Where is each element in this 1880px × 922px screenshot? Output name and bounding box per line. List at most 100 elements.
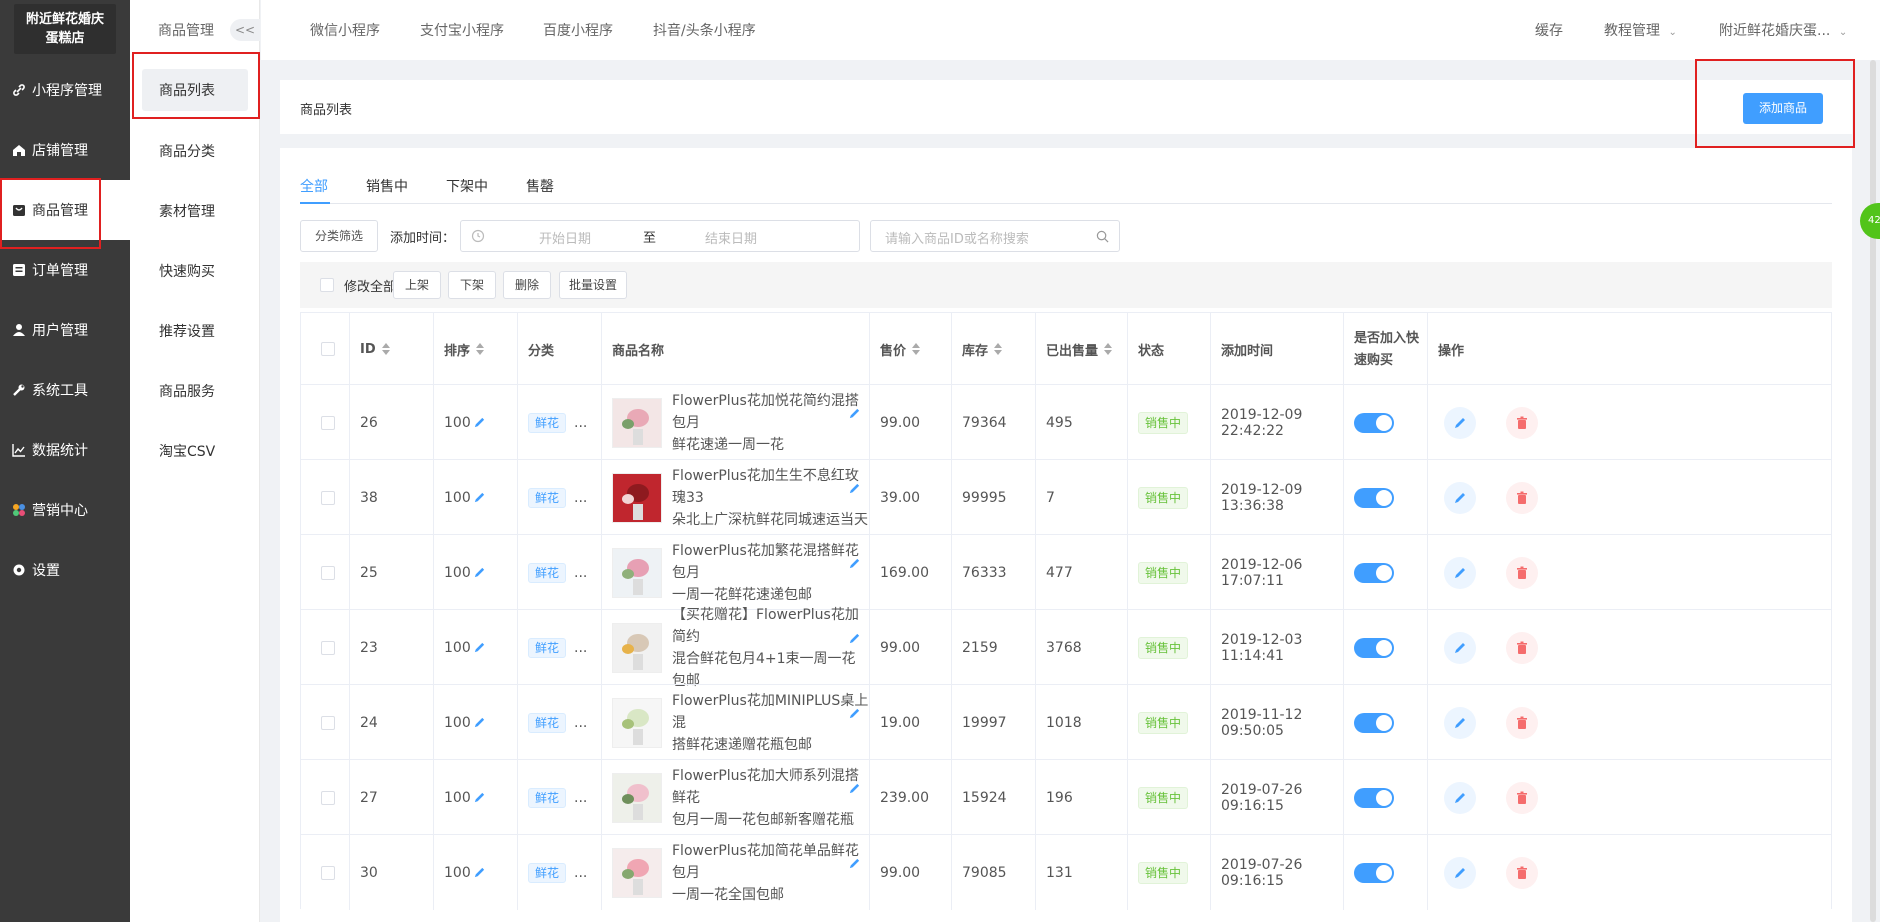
- sidebar-item-orders[interactable]: 订单管理: [0, 240, 130, 300]
- category-more[interactable]: ...: [574, 565, 587, 581]
- bulk-on-shelf-button[interactable]: 上架: [393, 271, 441, 299]
- sort-icon[interactable]: [381, 343, 390, 355]
- delete-button[interactable]: [1506, 631, 1538, 664]
- category-more[interactable]: ...: [574, 415, 587, 431]
- header-sold[interactable]: 已出售量: [1035, 313, 1127, 385]
- header-id[interactable]: ID: [349, 313, 433, 385]
- cell-sort[interactable]: 100: [433, 385, 517, 460]
- cell-sort[interactable]: 100: [433, 535, 517, 610]
- select-all-checkbox[interactable]: [320, 278, 334, 292]
- sidebar-item-users[interactable]: 用户管理: [0, 300, 130, 360]
- submenu-item-quick-buy[interactable]: 快速购买: [130, 250, 260, 292]
- product-thumbnail[interactable]: [612, 847, 662, 898]
- bulk-settings-button[interactable]: 批量设置: [559, 271, 627, 299]
- submenu-item-materials[interactable]: 素材管理: [130, 190, 260, 232]
- category-more[interactable]: ...: [574, 865, 587, 881]
- pencil-icon[interactable]: [848, 782, 861, 795]
- account-menu[interactable]: 附近鲜花婚庆蛋... ⌄: [1719, 20, 1847, 40]
- store-logo[interactable]: 附近鲜花婚庆 蛋糕店: [14, 4, 116, 54]
- pencil-icon[interactable]: [473, 491, 486, 504]
- cell-sort[interactable]: 100: [433, 460, 517, 535]
- row-checkbox[interactable]: [321, 415, 335, 430]
- cache-link[interactable]: 缓存: [1535, 20, 1563, 40]
- quick-buy-toggle[interactable]: [1354, 787, 1394, 808]
- tab-wechat[interactable]: 微信小程序: [310, 20, 380, 40]
- pencil-icon[interactable]: [848, 557, 861, 570]
- tab-off-shelf[interactable]: 下架中: [446, 176, 488, 196]
- sidebar-item-store[interactable]: 店铺管理: [0, 120, 130, 180]
- sort-icon[interactable]: [1104, 343, 1113, 355]
- row-checkbox[interactable]: [321, 865, 335, 880]
- quick-buy-toggle[interactable]: [1354, 637, 1394, 658]
- category-more[interactable]: ...: [574, 715, 587, 731]
- pencil-icon[interactable]: [848, 482, 861, 495]
- edit-button[interactable]: [1444, 706, 1476, 739]
- cell-sort[interactable]: 100: [433, 610, 517, 685]
- product-thumbnail[interactable]: [612, 697, 662, 748]
- delete-button[interactable]: [1506, 481, 1538, 514]
- pencil-icon[interactable]: [473, 566, 486, 579]
- product-thumbnail[interactable]: [612, 547, 662, 598]
- date-range-picker[interactable]: 开始日期 至 结束日期: [460, 220, 860, 252]
- edit-button[interactable]: [1444, 781, 1476, 814]
- sidebar-item-miniprogram[interactable]: 小程序管理: [0, 60, 130, 120]
- product-thumbnail[interactable]: [612, 622, 662, 673]
- sort-icon[interactable]: [476, 343, 485, 355]
- edit-button[interactable]: [1444, 406, 1476, 439]
- delete-button[interactable]: [1506, 406, 1538, 439]
- delete-button[interactable]: [1506, 556, 1538, 589]
- product-thumbnail[interactable]: [612, 772, 662, 823]
- tab-all[interactable]: 全部: [300, 176, 328, 196]
- sidebar-item-tools[interactable]: 系统工具: [0, 360, 130, 420]
- delete-button[interactable]: [1506, 706, 1538, 739]
- floating-helper-button[interactable]: 42: [1860, 203, 1880, 239]
- submenu-item-recommend[interactable]: 推荐设置: [130, 310, 260, 352]
- edit-button[interactable]: [1444, 481, 1476, 514]
- pencil-icon[interactable]: [848, 407, 861, 420]
- quick-buy-toggle[interactable]: [1354, 712, 1394, 733]
- sidebar-item-marketing[interactable]: 营销中心: [0, 480, 130, 540]
- delete-button[interactable]: [1506, 781, 1538, 814]
- quick-buy-toggle[interactable]: [1354, 562, 1394, 583]
- pencil-icon[interactable]: [473, 791, 486, 804]
- submenu-item-services[interactable]: 商品服务: [130, 370, 260, 412]
- row-checkbox[interactable]: [321, 790, 335, 805]
- tutorial-menu[interactable]: 教程管理 ⌄: [1604, 20, 1677, 40]
- header-sort[interactable]: 排序: [433, 313, 517, 385]
- bulk-delete-button[interactable]: 删除: [503, 271, 551, 299]
- pencil-icon[interactable]: [848, 857, 861, 870]
- tab-alipay[interactable]: 支付宝小程序: [420, 20, 504, 40]
- tab-baidu[interactable]: 百度小程序: [543, 20, 613, 40]
- pencil-icon[interactable]: [848, 632, 861, 645]
- row-checkbox[interactable]: [321, 715, 335, 730]
- cell-sort[interactable]: 100: [433, 760, 517, 835]
- quick-buy-toggle[interactable]: [1354, 862, 1394, 883]
- category-more[interactable]: ...: [574, 490, 587, 506]
- search-input[interactable]: 请输入商品ID或名称搜索: [870, 220, 1120, 252]
- delete-button[interactable]: [1506, 856, 1538, 889]
- edit-button[interactable]: [1444, 856, 1476, 889]
- pencil-icon[interactable]: [473, 416, 486, 429]
- category-more[interactable]: ...: [574, 640, 587, 656]
- category-more[interactable]: ...: [574, 790, 587, 806]
- pencil-icon[interactable]: [473, 641, 486, 654]
- product-thumbnail[interactable]: [612, 397, 662, 448]
- tab-sold-out[interactable]: 售罄: [526, 176, 554, 196]
- product-thumbnail[interactable]: [612, 472, 662, 523]
- search-icon[interactable]: [1096, 230, 1109, 243]
- sort-icon[interactable]: [912, 343, 921, 355]
- collapse-submenu-button[interactable]: <<: [230, 19, 260, 41]
- start-date-input[interactable]: 开始日期: [539, 228, 591, 247]
- tab-on-sale[interactable]: 销售中: [366, 176, 408, 196]
- header-checkbox[interactable]: [321, 342, 335, 356]
- end-date-input[interactable]: 结束日期: [705, 228, 757, 247]
- edit-button[interactable]: [1444, 631, 1476, 664]
- sidebar-item-stats[interactable]: 数据统计: [0, 420, 130, 480]
- page-scrollbar[interactable]: [1870, 60, 1876, 922]
- quick-buy-toggle[interactable]: [1354, 487, 1394, 508]
- submenu-item-taobao-csv[interactable]: 淘宝CSV: [130, 430, 260, 472]
- row-checkbox[interactable]: [321, 640, 335, 655]
- pencil-icon[interactable]: [848, 707, 861, 720]
- header-stock[interactable]: 库存: [951, 313, 1035, 385]
- sort-icon[interactable]: [994, 343, 1003, 355]
